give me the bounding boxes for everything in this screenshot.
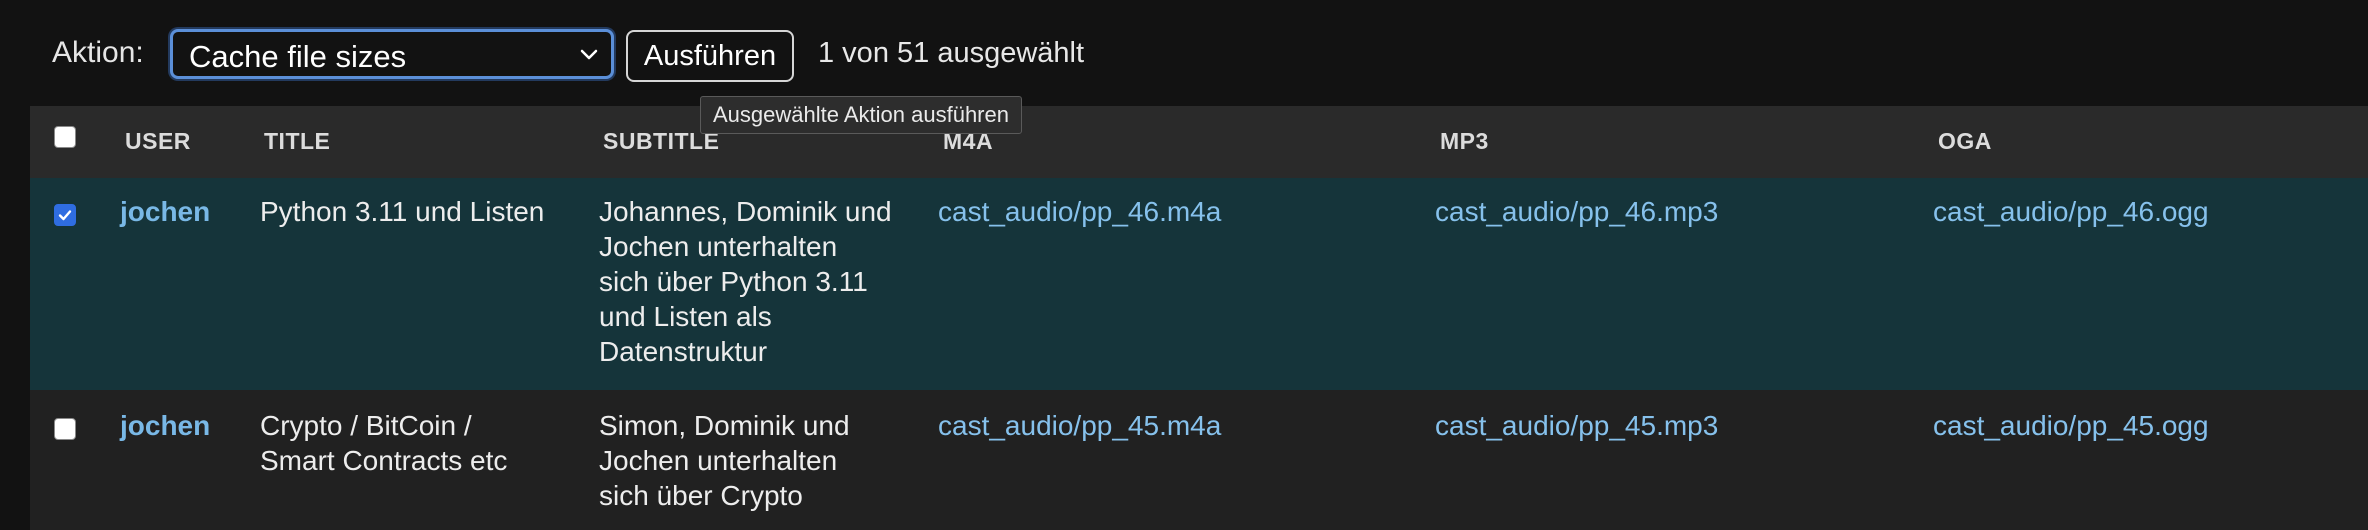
- row-title-line: Crypto / BitCoin /: [260, 410, 472, 441]
- row-checkbox[interactable]: [54, 204, 76, 226]
- row-subtitle-line: Jochen unterhalten: [599, 231, 838, 262]
- row-m4a-link[interactable]: cast_audio/pp_46.m4a: [938, 194, 1221, 229]
- row-subtitle-line: und Listen als: [599, 301, 772, 332]
- select-all-checkbox[interactable]: [54, 126, 76, 148]
- row-subtitle: Simon, Dominik und Jochen unterhalten si…: [599, 408, 909, 513]
- table-row: jochen Python 3.11 und Listen Johannes, …: [30, 178, 2368, 390]
- row-title-line: Python 3.11 und Listen: [260, 196, 545, 227]
- row-oga-link[interactable]: cast_audio/pp_45.ogg: [1933, 408, 2209, 443]
- row-mp3-link[interactable]: cast_audio/pp_46.mp3: [1435, 194, 1718, 229]
- row-title: Python 3.11 und Listen: [260, 194, 544, 229]
- action-select[interactable]: Cache file sizes: [170, 29, 614, 79]
- selection-counter: 1 von 51 ausgewählt: [818, 37, 1085, 69]
- row-subtitle-line: Jochen unterhalten: [599, 445, 838, 476]
- row-user-link[interactable]: jochen: [120, 408, 210, 443]
- column-header-mp3[interactable]: MP3: [1440, 128, 1489, 155]
- chevron-down-icon: [580, 49, 598, 60]
- column-header-oga[interactable]: OGA: [1938, 128, 1992, 155]
- row-subtitle-line: sich über Python 3.11: [599, 266, 868, 297]
- row-checkbox[interactable]: [54, 418, 76, 440]
- row-title: Crypto / BitCoin / Smart Contracts etc: [260, 408, 507, 478]
- run-action-button[interactable]: Ausführen: [626, 30, 794, 82]
- row-subtitle: Johannes, Dominik und Jochen unterhalten…: [599, 194, 909, 369]
- row-subtitle-line: Johannes, Dominik und: [599, 196, 892, 227]
- action-select-value: Cache file sizes: [189, 39, 407, 74]
- run-action-tooltip: Ausgewählte Aktion ausführen: [700, 96, 1022, 134]
- action-label: Aktion:: [52, 36, 144, 69]
- row-subtitle-line: Datenstruktur: [599, 336, 768, 367]
- action-bar: Aktion: Cache file sizes Ausführen 1 von…: [0, 0, 2368, 104]
- row-oga-link[interactable]: cast_audio/pp_46.ogg: [1933, 194, 2209, 229]
- row-subtitle-line: Simon, Dominik und: [599, 410, 850, 441]
- table-row: jochen Crypto / BitCoin / Smart Contract…: [30, 392, 2368, 530]
- column-header-user[interactable]: USER: [125, 128, 191, 155]
- row-user-link[interactable]: jochen: [120, 194, 210, 229]
- row-m4a-link[interactable]: cast_audio/pp_45.m4a: [938, 408, 1221, 443]
- table-header: USER TITLE SUBTITLE M4A MP3 OGA: [30, 106, 2368, 178]
- results-table: USER TITLE SUBTITLE M4A MP3 OGA jochen P…: [30, 106, 2368, 530]
- checkmark-icon: [58, 210, 72, 221]
- row-title-line: Smart Contracts etc: [260, 445, 508, 476]
- column-header-title[interactable]: TITLE: [264, 128, 330, 155]
- row-mp3-link[interactable]: cast_audio/pp_45.mp3: [1435, 408, 1718, 443]
- row-subtitle-line: sich über Crypto: [599, 480, 803, 511]
